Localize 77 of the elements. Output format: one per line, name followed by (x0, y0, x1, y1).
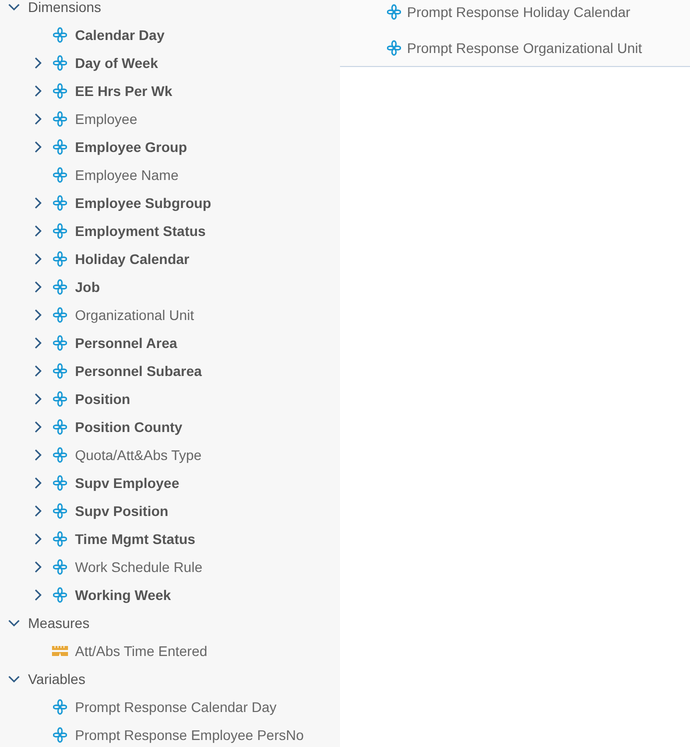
dimension-icon (53, 335, 67, 351)
tree-item-label[interactable]: Holiday Calendar (75, 248, 190, 270)
dimension-icon (53, 727, 67, 743)
chevron-right-icon[interactable] (34, 533, 42, 545)
dimension-icon (53, 167, 67, 183)
tree-item-label[interactable]: Prompt Response Employee PersNo (75, 724, 304, 746)
dimension-icon (53, 363, 67, 379)
chevron-right-icon[interactable] (34, 225, 42, 237)
tree-item-label[interactable]: Supv Employee (75, 472, 180, 494)
dimension-icon (53, 195, 67, 211)
tree-item-label[interactable]: Working Week (75, 584, 171, 606)
tree-item-label[interactable]: Employment Status (75, 220, 206, 242)
chevron-right-icon[interactable] (34, 365, 42, 377)
chevron-right-icon[interactable] (34, 477, 42, 489)
dimension-icon (53, 559, 67, 575)
tree-item-label[interactable]: Position (75, 388, 130, 410)
ruler-icon (52, 645, 68, 657)
chevron-right-icon[interactable] (34, 85, 42, 97)
dimension-icon (53, 279, 67, 295)
dimension-icon (53, 307, 67, 323)
chevron-right-icon[interactable] (34, 337, 42, 349)
dimension-icon (53, 503, 67, 519)
dimension-icon (53, 55, 67, 71)
chevron-down-icon[interactable] (8, 3, 20, 11)
tree-item-label[interactable]: Personnel Subarea (75, 360, 202, 382)
chevron-right-icon[interactable] (34, 281, 42, 293)
chevron-right-icon[interactable] (34, 589, 42, 601)
chevron-right-icon[interactable] (34, 561, 42, 573)
tree-item-label[interactable]: Work Schedule Rule (75, 556, 202, 578)
tree-item-label[interactable]: Employee Subgroup (75, 192, 212, 214)
dimension-icon (387, 40, 401, 56)
chevron-down-icon[interactable] (8, 619, 20, 627)
tree-item-label[interactable]: EE Hrs Per Wk (75, 80, 172, 102)
chevron-down-icon[interactable] (8, 675, 20, 683)
tree-item-label[interactable]: Prompt Response Calendar Day (75, 696, 277, 718)
chevron-right-icon[interactable] (34, 57, 42, 69)
tree-item-label[interactable]: Att/Abs Time Entered (75, 640, 208, 662)
chevron-right-icon[interactable] (34, 505, 42, 517)
dimension-icon (53, 391, 67, 407)
dimension-icon (53, 699, 67, 715)
group-label[interactable]: Variables (28, 668, 86, 690)
dimension-icon (53, 139, 67, 155)
tree-item-label[interactable]: Job (75, 276, 100, 298)
list-item-label[interactable]: Prompt Response Organizational Unit (407, 38, 642, 58)
dimension-icon (53, 83, 67, 99)
chevron-right-icon[interactable] (34, 113, 42, 125)
tree-item-label[interactable]: Calendar Day (75, 24, 164, 46)
dimension-icon (53, 531, 67, 547)
chevron-right-icon[interactable] (34, 253, 42, 265)
dimension-icon (53, 447, 67, 463)
chevron-right-icon[interactable] (34, 449, 42, 461)
dimension-icon (53, 27, 67, 43)
tree-item-label[interactable]: Personnel Area (75, 332, 178, 354)
group-label[interactable]: Dimensions (28, 0, 102, 18)
tree-item-label[interactable]: Employee Group (75, 136, 188, 158)
tree-item-label[interactable]: Supv Position (75, 500, 168, 522)
dimension-icon (387, 4, 401, 20)
dimension-icon (53, 111, 67, 127)
chevron-right-icon[interactable] (34, 309, 42, 321)
chevron-right-icon[interactable] (34, 141, 42, 153)
dimension-icon (53, 251, 67, 267)
tree-item-label[interactable]: Time Mgmt Status (75, 528, 196, 550)
group-label[interactable]: Measures (28, 612, 90, 634)
tree-item-label[interactable]: Organizational Unit (75, 304, 194, 326)
tree-item-label[interactable]: Employee Name (75, 164, 178, 186)
tree-item-label[interactable]: Day of Week (75, 52, 158, 74)
dimension-icon (53, 587, 67, 603)
dimension-icon (53, 223, 67, 239)
list-item-label[interactable]: Prompt Response Holiday Calendar (407, 2, 630, 22)
tree-item-label[interactable]: Quota/Att&Abs Type (75, 444, 202, 466)
tree-item-label[interactable]: Employee (75, 108, 138, 130)
chevron-right-icon[interactable] (34, 197, 42, 209)
tree-item-label[interactable]: Position County (75, 416, 182, 438)
chevron-right-icon[interactable] (34, 393, 42, 405)
dimension-icon (53, 419, 67, 435)
dimension-icon (53, 475, 67, 491)
chevron-right-icon[interactable] (34, 421, 42, 433)
